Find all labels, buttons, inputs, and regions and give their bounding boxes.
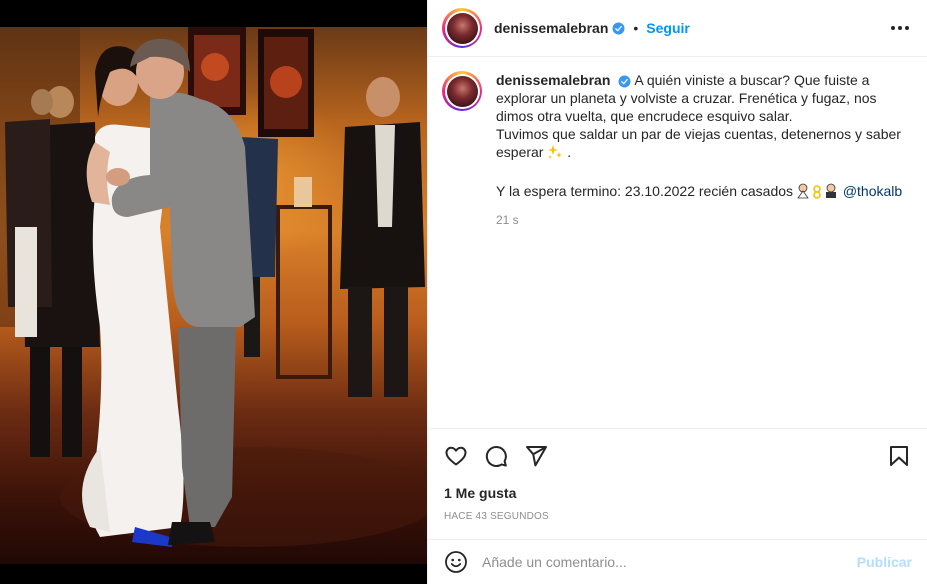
- comment-icon[interactable]: [484, 444, 508, 468]
- caption: denissemalebran A quién viniste a buscar…: [496, 71, 906, 428]
- verified-badge-icon: [612, 22, 625, 35]
- send-icon[interactable]: [524, 444, 548, 468]
- mention-link[interactable]: @thokalb: [843, 183, 902, 199]
- caption-line: explorar un planeta y volviste a cruzar.…: [496, 90, 877, 106]
- post-details-panel: denissemalebran • Seguir denissemalebran…: [427, 0, 927, 584]
- caption-timestamp[interactable]: 21 s: [496, 211, 906, 229]
- post-photo-frame: [0, 0, 427, 584]
- emoji-icon[interactable]: [444, 550, 468, 574]
- author-avatar[interactable]: [442, 8, 482, 48]
- comment-bar: Publicar: [428, 539, 927, 584]
- caption-author-avatar[interactable]: [442, 71, 482, 111]
- sparkles-emoji: [547, 144, 563, 164]
- post-timestamp[interactable]: HACE 43 SEGUNDOS: [444, 511, 911, 522]
- caption-line: esperar: [496, 144, 544, 160]
- follow-button[interactable]: Seguir: [646, 20, 690, 36]
- action-icons-row: [444, 441, 911, 471]
- likes-count[interactable]: 1 Me gusta: [444, 485, 911, 501]
- author-username[interactable]: denissemalebran: [494, 20, 608, 36]
- header-separator: •: [633, 20, 639, 36]
- verified-badge-icon: [618, 75, 631, 88]
- post-photo[interactable]: [0, 27, 427, 564]
- couple-emoji: [797, 183, 839, 203]
- more-options-icon[interactable]: [891, 20, 909, 36]
- caption-username[interactable]: denissemalebran: [496, 72, 610, 88]
- caption-line: A quién viniste a buscar? Que fuiste a: [634, 72, 870, 88]
- comment-input[interactable]: [482, 554, 857, 570]
- caption-line: Tuvimos que saldar un par de viejas cuen…: [496, 126, 901, 142]
- post-header: denissemalebran • Seguir: [428, 0, 927, 57]
- heart-icon[interactable]: [444, 444, 468, 468]
- caption-line: Y la espera termino: 23.10.2022 recién c…: [496, 183, 794, 199]
- wedding-photo-illustration: [0, 27, 427, 547]
- post-actions: 1 Me gusta HACE 43 SEGUNDOS: [428, 428, 927, 538]
- caption-line: dimos otra vuelta, que encrudece esquivo…: [496, 108, 793, 124]
- publish-button[interactable]: Publicar: [857, 554, 912, 570]
- caption-end-punct: .: [567, 144, 572, 160]
- caption-section: denissemalebran A quién viniste a buscar…: [428, 57, 927, 428]
- bookmark-icon[interactable]: [887, 444, 911, 468]
